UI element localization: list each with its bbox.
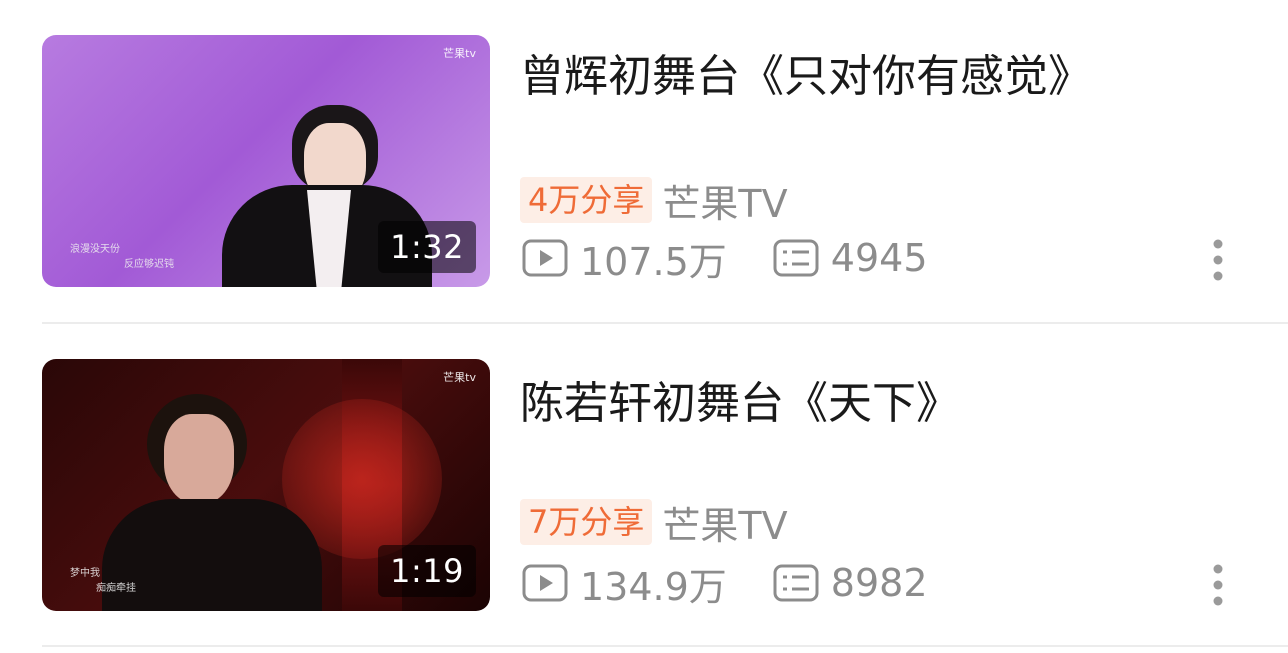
lyric-subtitle: 反应够迟钝 (124, 259, 174, 270)
comment-count: 8982 (773, 561, 928, 605)
video-thumbnail[interactable]: 芒果tv 浪漫没天份 反应够迟钝 1:32 (42, 35, 490, 287)
more-options-icon[interactable] (1208, 563, 1228, 607)
source-channel[interactable]: 芒果TV (662, 495, 787, 550)
share-count-badge: 7万分享 (520, 499, 653, 545)
thumbnail-figure (164, 414, 234, 504)
video-thumbnail[interactable]: 芒果tv 梦中我 痴痴牵挂 1:19 (42, 359, 490, 611)
lyric-subtitle: 浪漫没天份 (70, 244, 120, 255)
divider (42, 322, 1288, 324)
comment-icon (773, 239, 819, 277)
video-stats: 134.9万 8982 (522, 557, 974, 609)
comment-count: 4945 (773, 236, 928, 280)
lyric-subtitle: 痴痴牵挂 (96, 583, 136, 594)
video-title[interactable]: 曾辉初舞台《只对你有感觉》 (520, 40, 1092, 104)
more-options-icon[interactable] (1208, 238, 1228, 282)
play-count-value: 134.9万 (580, 564, 727, 609)
comment-count-value: 4945 (830, 236, 928, 280)
divider (42, 645, 1288, 647)
lyric-subtitle: 梦中我 (70, 568, 100, 579)
video-item[interactable]: 芒果tv 梦中我 痴痴牵挂 1:19 陈若轩初舞台《天下》 7万分享 芒果TV … (0, 325, 1288, 615)
comment-count-value: 8982 (830, 561, 928, 605)
video-stats: 107.5万 4945 (522, 232, 974, 284)
video-meta: 7万分享 芒果TV (520, 499, 788, 548)
play-count: 134.9万 (522, 556, 727, 611)
watermark: 芒果tv (443, 47, 476, 60)
video-item[interactable]: 芒果tv 浪漫没天份 反应够迟钝 1:32 曾辉初舞台《只对你有感觉》 4万分享… (0, 0, 1288, 290)
video-meta: 4万分享 芒果TV (520, 177, 788, 226)
play-count-icon (522, 239, 568, 277)
thumbnail-figure (102, 499, 322, 611)
duration-badge: 1:19 (378, 545, 476, 597)
watermark: 芒果tv (443, 371, 476, 384)
play-count-value: 107.5万 (580, 239, 727, 284)
source-channel[interactable]: 芒果TV (662, 173, 787, 228)
video-title[interactable]: 陈若轩初舞台《天下》 (520, 367, 960, 431)
share-count-badge: 4万分享 (520, 177, 653, 223)
play-count: 107.5万 (522, 231, 727, 286)
comment-icon (773, 564, 819, 602)
play-count-icon (522, 564, 568, 602)
duration-badge: 1:32 (378, 221, 476, 273)
